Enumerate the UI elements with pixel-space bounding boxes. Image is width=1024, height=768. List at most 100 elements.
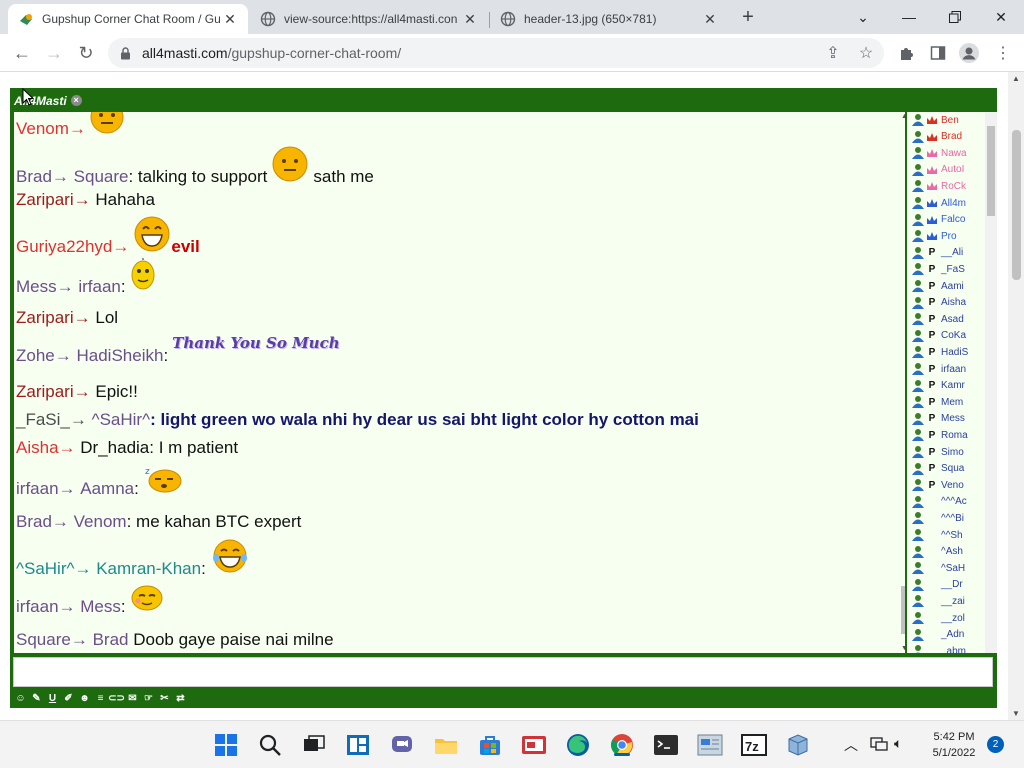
list-item[interactable]: P Squa (911, 461, 964, 477)
recipient-name[interactable]: Square (74, 167, 129, 187)
list-item[interactable]: P _FaS (911, 261, 965, 277)
system-app-icon[interactable] (696, 731, 724, 759)
list-item[interactable]: P Mem (911, 394, 963, 410)
search-icon[interactable] (256, 731, 284, 759)
windows-start-icon[interactable] (212, 731, 240, 759)
list-item[interactable]: P Aami (911, 278, 964, 294)
edge-browser-icon[interactable] (564, 731, 592, 759)
toggle-icon[interactable]: ⊂⊃ (108, 692, 125, 705)
recipient-name[interactable]: Kamran-Khan (96, 559, 201, 579)
clock[interactable]: 5:42 PM 5/1/2022 (926, 729, 982, 761)
edit-icon[interactable]: ✐ (62, 692, 75, 705)
page-scrollbar[interactable]: ▲ ▼ (1008, 72, 1024, 720)
list-item[interactable]: P Veno (911, 477, 964, 493)
network-icon[interactable] (870, 735, 888, 754)
teams-chat-icon[interactable] (388, 731, 416, 759)
sender-name[interactable]: Aisha (16, 438, 59, 458)
address-bar[interactable]: all4masti.com/gupshup-corner-chat-room/ (108, 38, 884, 68)
extensions-puzzle-icon[interactable] (895, 42, 917, 64)
profile-avatar-icon[interactable] (958, 42, 980, 64)
list-item[interactable]: Pirfaan (911, 361, 966, 377)
pen-icon[interactable]: ✎ (30, 692, 43, 705)
sender-name[interactable]: Brad (16, 167, 52, 187)
tab-close-icon[interactable]: ✕ (702, 11, 718, 28)
sender-name[interactable]: irfaan (16, 597, 59, 617)
sender-name[interactable]: Brad (16, 512, 52, 532)
task-view-icon[interactable] (300, 731, 328, 759)
list-icon[interactable]: ≡ (94, 692, 107, 705)
sender-name[interactable]: _FaSi_ (16, 410, 70, 430)
tab-header-image[interactable]: header-13.jpg (650×781) ✕ (490, 4, 728, 34)
list-item[interactable]: ^^^Ac (911, 494, 967, 510)
tab-close-icon[interactable]: ✕ (462, 11, 478, 28)
sender-name[interactable]: ^SaHir^ (16, 559, 74, 579)
recipient-name[interactable]: irfaan (78, 277, 121, 297)
recipient-name[interactable]: Mess (80, 597, 121, 617)
chat-bubbles-icon[interactable]: ✉ (126, 692, 139, 705)
list-item[interactable]: Nawa (911, 145, 967, 161)
back-arrow-icon[interactable]: ← (8, 40, 36, 66)
sender-name[interactable]: Zaripari (16, 382, 74, 402)
swap-icon[interactable]: ⇄ (174, 692, 187, 705)
list-item[interactable]: Ben (911, 112, 959, 128)
notification-badge[interactable]: 2 (987, 736, 1004, 753)
scroll-up-arrow-icon[interactable]: ▲ (1011, 74, 1021, 83)
tab-view-source[interactable]: view-source:https://all4masti.con ✕ (250, 4, 488, 34)
list-item[interactable]: _Adn (911, 627, 964, 643)
chrome-browser-icon[interactable] (608, 731, 636, 759)
file-explorer-icon[interactable] (432, 731, 460, 759)
list-item[interactable]: P CoKa (911, 328, 966, 344)
list-item[interactable]: P Mess (911, 411, 965, 427)
sender-name[interactable]: Guriya22hyd (16, 237, 112, 257)
list-item[interactable]: __zai (911, 593, 965, 609)
list-item[interactable]: P Roma (911, 427, 968, 443)
message-input[interactable] (13, 657, 993, 687)
share-icon[interactable]: ⇪ (822, 42, 844, 64)
tab-close-icon[interactable]: ✕ (222, 11, 238, 28)
forward-arrow-icon[interactable]: → (40, 40, 68, 66)
widgets-icon[interactable] (344, 731, 372, 759)
close-window-icon[interactable]: ✕ (978, 0, 1024, 34)
volume-icon[interactable]: 🔈︎ (894, 735, 902, 752)
list-item[interactable]: Pro (911, 228, 957, 244)
new-tab-plus-icon[interactable]: + (736, 6, 760, 30)
recipient-name[interactable]: HadiSheikh (76, 346, 163, 366)
recipient-name[interactable]: Aamna (80, 479, 134, 499)
list-item[interactable]: All4m (911, 195, 966, 211)
terminal-icon[interactable] (652, 731, 680, 759)
tab-gupshup[interactable]: Gupshup Corner Chat Room / Gu ✕ (8, 4, 248, 34)
list-item[interactable]: __Dr (911, 577, 963, 593)
7zip-icon[interactable]: 7z (740, 731, 768, 759)
recipient-name[interactable]: ^SaHir^ (92, 410, 150, 430)
list-item[interactable]: Falco (911, 212, 965, 228)
reload-icon[interactable]: ↻ (72, 40, 100, 66)
room-tab-close-icon[interactable]: × (70, 95, 82, 106)
list-item[interactable]: P Aisha (911, 295, 966, 311)
smiley-icon[interactable]: ☺ (14, 692, 27, 705)
sender-name[interactable]: Mess (16, 277, 57, 297)
list-item[interactable]: ^SaH (911, 560, 965, 576)
list-item[interactable]: P Simo (911, 444, 964, 460)
list-item[interactable]: P HadiS (911, 344, 968, 360)
list-item[interactable]: AutoI (911, 162, 964, 178)
sender-name[interactable]: Zaripari (16, 308, 74, 328)
lock-icon[interactable] (120, 46, 132, 60)
list-item[interactable]: ^^^Bi (911, 510, 964, 526)
sender-name[interactable]: irfaan (16, 479, 59, 499)
recipient-name[interactable]: Brad (93, 630, 129, 650)
list-item[interactable]: P __Ali (911, 245, 963, 261)
recipient-name[interactable]: Venom (74, 512, 127, 532)
virtualbox-icon[interactable] (784, 731, 812, 759)
list-item[interactable]: ^Ash (911, 544, 963, 560)
side-panel-icon[interactable] (927, 42, 949, 64)
minimize-icon[interactable]: — (886, 0, 932, 34)
menu-kebab-icon[interactable]: ⋮ (992, 42, 1014, 64)
hand-icon[interactable]: ☞ (142, 692, 155, 705)
restore-icon[interactable] (932, 0, 978, 34)
sender-name[interactable]: Zaripari (16, 190, 74, 210)
sender-name[interactable]: Zohe (16, 346, 55, 366)
user-list-scrollbar[interactable] (985, 112, 997, 653)
list-item[interactable]: __zol (911, 610, 965, 626)
scroll-down-arrow-icon[interactable]: ▼ (1011, 709, 1021, 718)
sender-name[interactable]: Venom (16, 119, 69, 139)
